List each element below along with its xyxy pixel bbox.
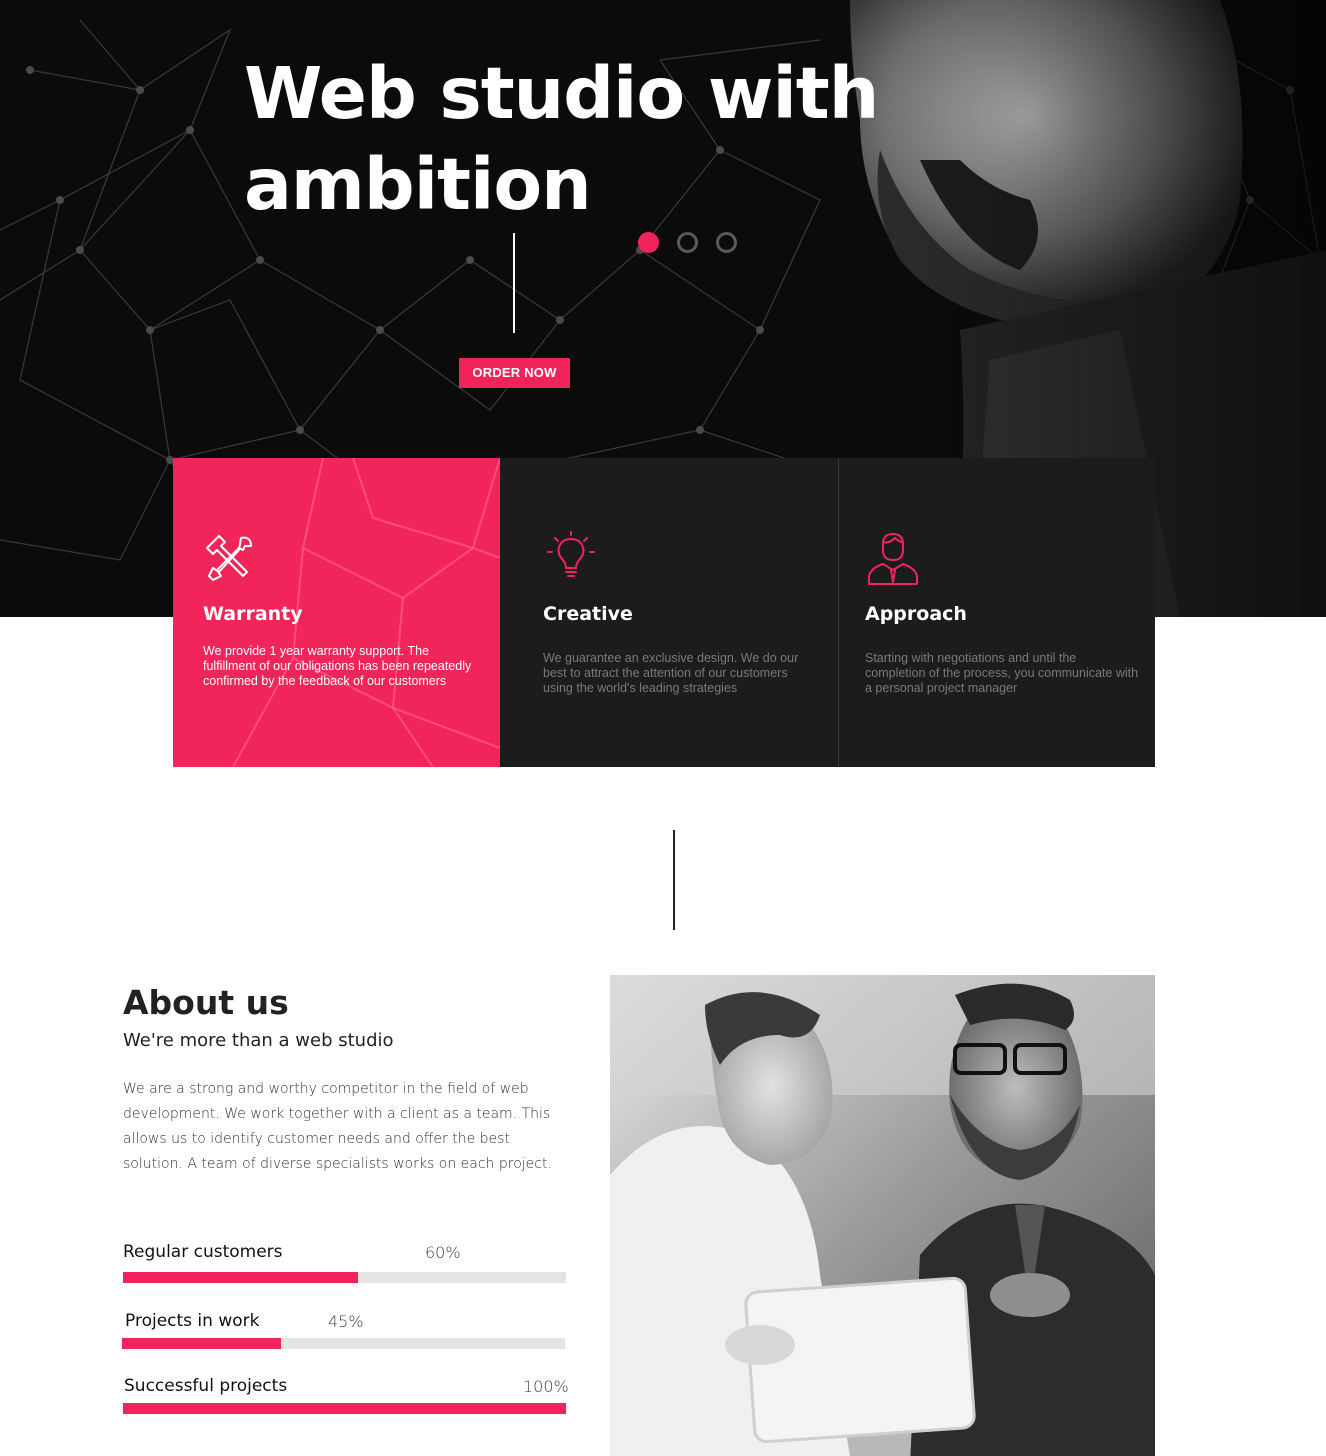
hero-title: Web studio with ambition	[244, 52, 879, 226]
stat-label: Successful projects	[124, 1376, 288, 1396]
feature-card-creative: Creative We guarantee an exclusive desig…	[500, 458, 839, 767]
stat-label: Projects in work	[125, 1311, 260, 1331]
slider-dot-3[interactable]	[716, 232, 737, 253]
lightbulb-icon	[547, 531, 595, 577]
feature-text: We provide 1 year warranty support. The …	[203, 644, 472, 688]
order-now-button[interactable]: ORDER NOW	[459, 358, 570, 388]
stat-progress-fill	[123, 1403, 566, 1414]
tools-icon	[206, 535, 252, 581]
stat-label: Regular customers	[123, 1242, 283, 1262]
stat-progress-bar	[123, 1272, 566, 1283]
feature-title: Approach	[865, 603, 967, 625]
features-row: Warranty We provide 1 year warranty supp…	[173, 458, 1155, 767]
about-text: We are a strong and worthy competitor in…	[123, 1081, 552, 1172]
stat-percent: 60%	[425, 1243, 461, 1262]
feature-text: We guarantee an exclusive design. We do …	[543, 651, 799, 695]
about-subtitle: We're more than a web studio	[123, 1030, 394, 1051]
team-photo	[610, 975, 1155, 1456]
stat-progress-fill	[123, 1272, 358, 1283]
stat-regular-customers: Regular customers 60%	[123, 1240, 566, 1286]
stat-progress-fill	[122, 1338, 282, 1349]
feature-card-warranty: Warranty We provide 1 year warranty supp…	[173, 458, 500, 767]
feature-title: Warranty	[203, 603, 303, 625]
stat-percent: 45%	[328, 1312, 364, 1331]
feature-title: Creative	[543, 603, 633, 625]
manager-icon	[868, 533, 918, 585]
slider-pagination	[638, 232, 737, 253]
slider-dot-1[interactable]	[638, 232, 659, 253]
stat-percent: 100%	[523, 1377, 569, 1396]
slider-dot-2[interactable]	[677, 232, 698, 253]
hero-divider-line	[513, 233, 515, 333]
stat-projects-in-work: Projects in work 45%	[122, 1309, 566, 1353]
feature-card-approach: Approach Starting with negotiations and …	[839, 458, 1155, 767]
feature-text: Starting with negotiations and until the…	[865, 651, 1139, 695]
stat-progress-bar	[123, 1403, 566, 1414]
stat-successful-projects: Successful projects 100%	[123, 1374, 569, 1416]
stat-progress-bar	[122, 1338, 565, 1349]
section-divider-line	[673, 830, 675, 930]
about-title: About us	[123, 983, 289, 1022]
